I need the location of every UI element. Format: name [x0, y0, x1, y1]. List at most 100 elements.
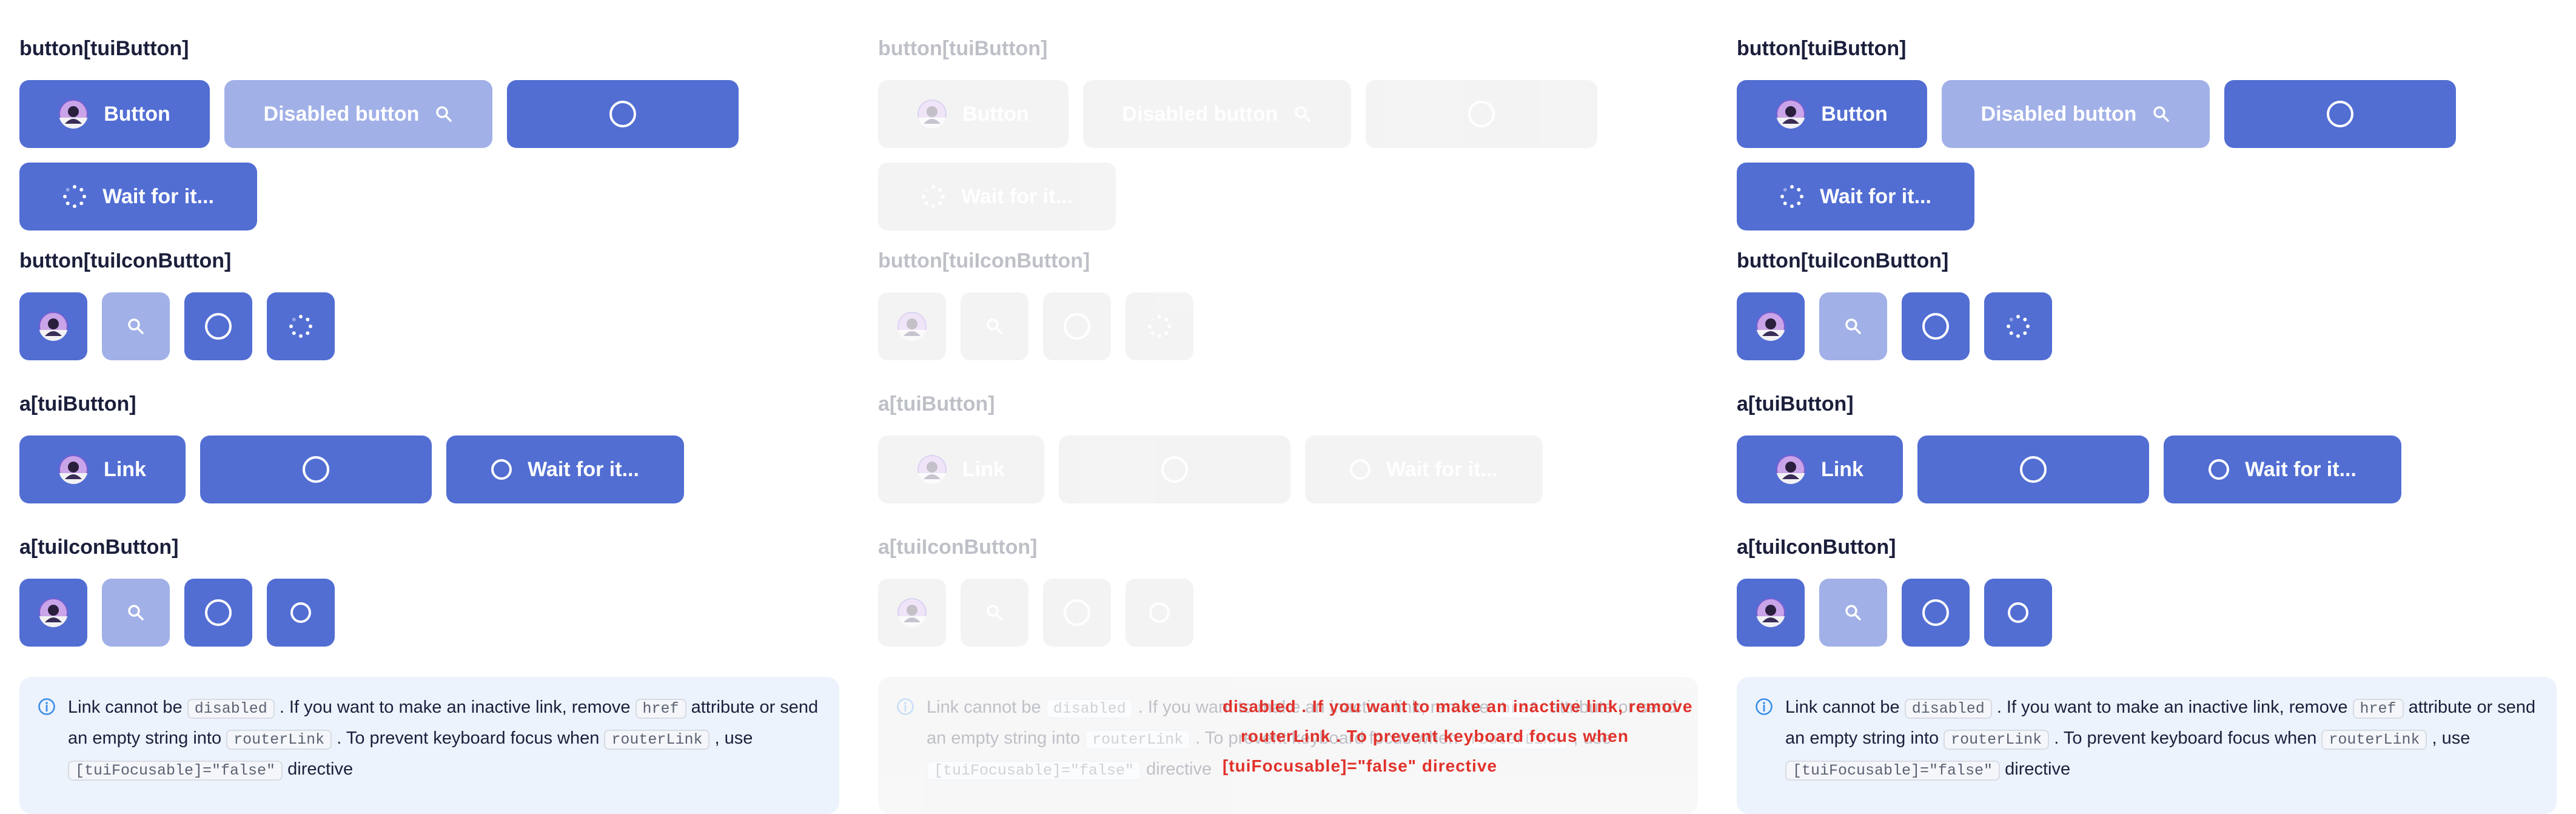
- disabled-button[interactable]: Disabled button: [224, 80, 492, 148]
- note-code-disabled: disabled: [187, 699, 275, 719]
- icon-button-avatar[interactable]: [19, 292, 87, 360]
- row-a-tuiButton: Link Wait for it...: [878, 436, 1557, 503]
- icon-button-loading[interactable]: [267, 292, 335, 360]
- icon-button-ring[interactable]: [1902, 292, 1970, 360]
- row-button-tuiButton: Button Disabled button: [1737, 80, 2470, 148]
- row-button-tuiButton: Button Disabled button: [878, 80, 1612, 148]
- avatar-icon: [897, 598, 927, 627]
- ring-icon-button[interactable]: [507, 80, 739, 148]
- heading-button-tuiButton: button[tuiButton]: [878, 37, 1048, 60]
- note-text-6: directive: [287, 759, 354, 779]
- ring-icon-button[interactable]: [2224, 80, 2456, 148]
- icon-button-ring[interactable]: [1043, 292, 1111, 360]
- heading-a-tuiButton: a[tuiButton]: [19, 392, 136, 415]
- note-text-5: , use: [2432, 728, 2470, 748]
- note-text-4: . To prevent keyboard focus when: [2054, 728, 2317, 748]
- heading-button-tuiIconButton: button[tuiIconButton]: [878, 249, 1090, 272]
- loading-button[interactable]: Wait for it...: [878, 163, 1116, 230]
- button-with-avatar[interactable]: Button: [878, 80, 1068, 148]
- heading-button-tuiButton: button[tuiButton]: [1737, 37, 1907, 60]
- heading-a-tuiButton: a[tuiButton]: [1737, 392, 1854, 415]
- link-icon-button-search[interactable]: [102, 579, 170, 647]
- ring-icon: [2327, 101, 2353, 127]
- icon-button-search-disabled[interactable]: [102, 292, 170, 360]
- avatar-icon: [59, 455, 88, 484]
- heading-a-tuiIconButton: a[tuiIconButton]: [19, 536, 179, 559]
- link-button-avatar[interactable]: Link: [878, 436, 1044, 503]
- ring-icon: [1064, 313, 1090, 340]
- link-icon-button-ring[interactable]: [184, 579, 252, 647]
- link-button-ring[interactable]: [1917, 436, 2149, 503]
- ring-icon: [290, 602, 311, 623]
- spinner-icon: [1780, 184, 1804, 209]
- link-icon-button-ring[interactable]: [1902, 579, 1970, 647]
- note-text-6: directive: [1146, 759, 1212, 779]
- ring-icon: [609, 101, 636, 127]
- link-icon-button-ring[interactable]: [1043, 579, 1111, 647]
- link-icon-button-ring-small[interactable]: [1984, 579, 2052, 647]
- loading-button[interactable]: Wait for it...: [19, 163, 257, 230]
- link-icon-button-avatar[interactable]: [19, 579, 87, 647]
- avatar-icon: [1756, 312, 1785, 341]
- search-icon: [2152, 105, 2170, 123]
- link-loading-label: Wait for it...: [528, 457, 639, 481]
- info-notification: Link cannot be disabled . If you want to…: [19, 677, 839, 814]
- avatar-icon: [917, 99, 947, 129]
- ring-icon: [491, 459, 512, 480]
- note-text-1: Link cannot be: [68, 698, 183, 717]
- row-button-tuiIconButton: [1737, 292, 2067, 360]
- note-code-routerlink-2: routerLink: [604, 730, 710, 750]
- link-icon-button-ring-small[interactable]: [267, 579, 335, 647]
- button-with-avatar[interactable]: Button: [19, 80, 210, 148]
- disabled-button[interactable]: Disabled button: [1083, 80, 1351, 148]
- row-a-tuiButton: Link Wait for it...: [1737, 436, 2416, 503]
- button-label: Button: [962, 102, 1029, 126]
- note-code-routerlink-2: routerLink: [2321, 730, 2427, 750]
- row-a-tuiButton: Link Wait for it...: [19, 436, 699, 503]
- loading-button-label: Wait for it...: [102, 184, 214, 208]
- note-code-disabled: disabled: [1045, 699, 1133, 719]
- link-icon-button-search[interactable]: [1819, 579, 1887, 647]
- icon-button-search-disabled[interactable]: [1819, 292, 1887, 360]
- icon-button-avatar[interactable]: [878, 292, 946, 360]
- button-with-avatar[interactable]: Button: [1737, 80, 1927, 148]
- link-button-ring[interactable]: [1059, 436, 1290, 503]
- row-button-tuiButton-2: Wait for it...: [1737, 163, 1989, 230]
- icon-button-avatar[interactable]: [1737, 292, 1805, 360]
- info-icon: [896, 698, 914, 716]
- ring-icon: [205, 313, 232, 340]
- heading-a-tuiIconButton: a[tuiIconButton]: [1737, 536, 1896, 559]
- button-label: Button: [1821, 102, 1888, 126]
- note-code-focusable: [tuiFocusable]="false": [68, 761, 283, 781]
- loading-button[interactable]: Wait for it...: [1737, 163, 1974, 230]
- link-loading-label: Wait for it...: [1386, 457, 1498, 481]
- spinner-icon: [2006, 314, 2030, 338]
- link-button-loading[interactable]: Wait for it...: [2164, 436, 2401, 503]
- note-text-2: . If you want to make an inactive link, …: [1138, 698, 1489, 717]
- link-button-avatar[interactable]: Link: [19, 436, 186, 503]
- icon-button-search-disabled[interactable]: [961, 292, 1028, 360]
- ring-icon: [2008, 602, 2028, 623]
- icon-button-loading[interactable]: [1984, 292, 2052, 360]
- search-icon: [985, 317, 1004, 335]
- icon-button-ring[interactable]: [184, 292, 252, 360]
- link-button-loading[interactable]: Wait for it...: [446, 436, 684, 503]
- link-icon-button-avatar[interactable]: [1737, 579, 1805, 647]
- icon-button-loading[interactable]: [1125, 292, 1193, 360]
- loading-button-label: Wait for it...: [1820, 184, 1931, 208]
- demo-panel-middle-faded: button[tuiButton] Button Disabled button…: [878, 0, 1710, 814]
- demo-panel-left: button[tuiButton] Button Disabled button…: [19, 0, 851, 814]
- link-button-label: Link: [962, 457, 1005, 481]
- link-icon-button-search[interactable]: [961, 579, 1028, 647]
- ring-icon-button[interactable]: [1366, 80, 1597, 148]
- link-icon-button-avatar[interactable]: [878, 579, 946, 647]
- link-button-ring[interactable]: [200, 436, 432, 503]
- link-button-avatar[interactable]: Link: [1737, 436, 1903, 503]
- link-button-label: Link: [104, 457, 146, 481]
- disabled-button[interactable]: Disabled button: [1942, 80, 2210, 148]
- ring-icon: [303, 456, 329, 483]
- link-button-loading[interactable]: Wait for it...: [1305, 436, 1543, 503]
- link-icon-button-ring-small[interactable]: [1125, 579, 1193, 647]
- ring-icon: [1149, 602, 1170, 623]
- ring-icon: [1064, 599, 1090, 626]
